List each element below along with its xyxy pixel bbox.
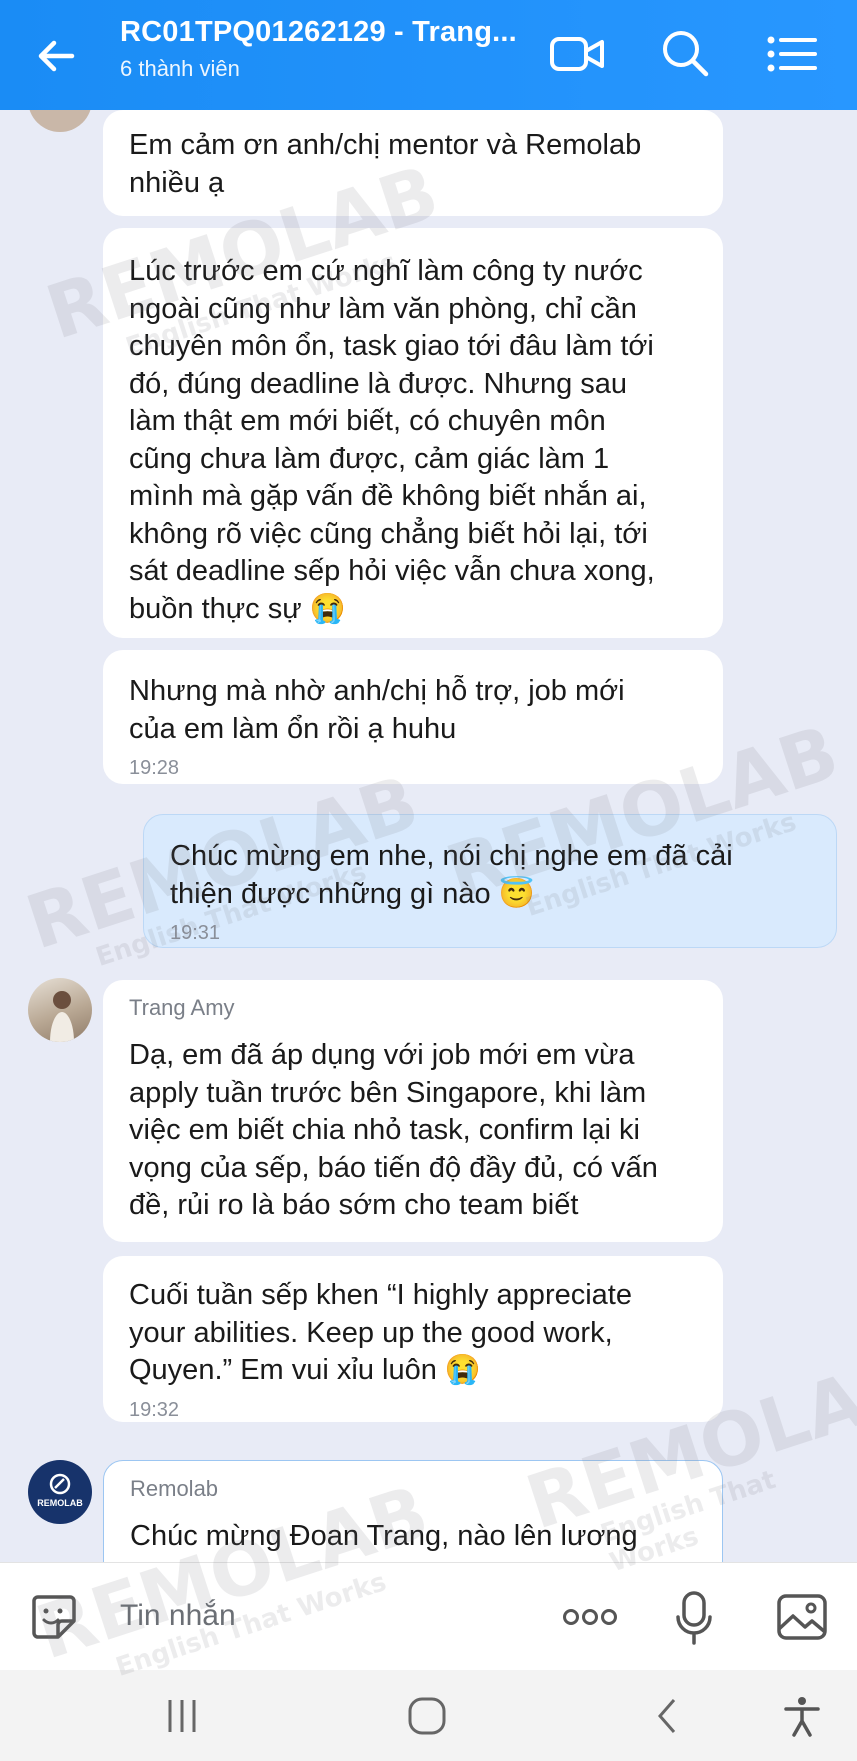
sender-name: Remolab	[130, 1476, 219, 1501]
message-text: Em cảm ơn anh/chị mentor và Remolab nhiề…	[129, 129, 642, 199]
image-gallery-icon[interactable]	[776, 1593, 828, 1641]
home-icon[interactable]	[405, 1694, 449, 1738]
message-bubble[interactable]: Trang Amy Dạ, em đã áp dụng với job mới …	[103, 980, 723, 1242]
message-text: Dạ, em đã áp dụng với job mới em vừa app…	[129, 1039, 658, 1221]
avatar[interactable]	[28, 110, 92, 132]
message-time: 19:32	[129, 1398, 180, 1421]
message-bubble[interactable]: Remolab Chúc mừng Đoan Trang, nào lên lư…	[103, 1460, 723, 1562]
message-text: Chúc mừng Đoan Trang, nào lên lương	[130, 1520, 638, 1552]
remolab-logo-text: REMOLAB	[37, 1498, 83, 1508]
avatar[interactable]	[28, 978, 92, 1042]
system-navigation-bar	[0, 1670, 857, 1761]
chat-header: RC01TPQ01262129 - Trang... 6 thành viên	[0, 0, 857, 110]
message-bubble[interactable]: Nhưng mà nhờ anh/chị hỗ trợ, job mới của…	[103, 650, 723, 784]
video-call-icon[interactable]	[548, 24, 608, 84]
message-input[interactable]: Tin nhắn	[120, 1599, 236, 1633]
message-list[interactable]: Em cảm ơn anh/chị mentor và Remolab nhiề…	[0, 110, 857, 1562]
remolab-logo-avatar[interactable]: REMOLAB	[28, 1460, 92, 1524]
sticker-icon[interactable]	[28, 1591, 80, 1643]
accessibility-icon[interactable]	[780, 1694, 824, 1738]
message-time: 19:31	[170, 922, 221, 944]
search-icon[interactable]	[655, 24, 715, 84]
message-bubble[interactable]: Lúc trước em cứ nghĩ làm công ty nước ng…	[103, 228, 723, 638]
more-options-icon[interactable]	[562, 1601, 618, 1633]
message-text: Chúc mừng em nhe, nói chị nghe em đã cải…	[170, 840, 733, 910]
back-nav-icon[interactable]	[648, 1696, 688, 1736]
recent-apps-icon[interactable]	[162, 1696, 202, 1736]
message-input-bar: Tin nhắn	[0, 1562, 857, 1671]
chat-title[interactable]: RC01TPQ01262129 - Trang...	[120, 16, 517, 49]
menu-list-icon[interactable]	[762, 24, 822, 84]
message-text: Nhưng mà nhờ anh/chị hỗ trợ, job mới của…	[129, 675, 625, 745]
message-bubble[interactable]: Cuối tuần sếp khen “I highly appreciate …	[103, 1256, 723, 1422]
message-text: Cuối tuần sếp khen “I highly appreciate …	[129, 1279, 632, 1386]
member-count[interactable]: 6 thành viên	[120, 56, 240, 82]
message-time: 19:28	[129, 757, 180, 779]
message-text: Lúc trước em cứ nghĩ làm công ty nước ng…	[129, 255, 655, 625]
microphone-icon[interactable]	[672, 1589, 716, 1645]
message-bubble[interactable]: Em cảm ơn anh/chị mentor và Remolab nhiề…	[103, 110, 723, 216]
sender-name: Trang Amy	[129, 995, 235, 1020]
my-message-bubble[interactable]: Chúc mừng em nhe, nói chị nghe em đã cải…	[143, 814, 837, 948]
back-arrow-icon[interactable]	[28, 28, 84, 84]
